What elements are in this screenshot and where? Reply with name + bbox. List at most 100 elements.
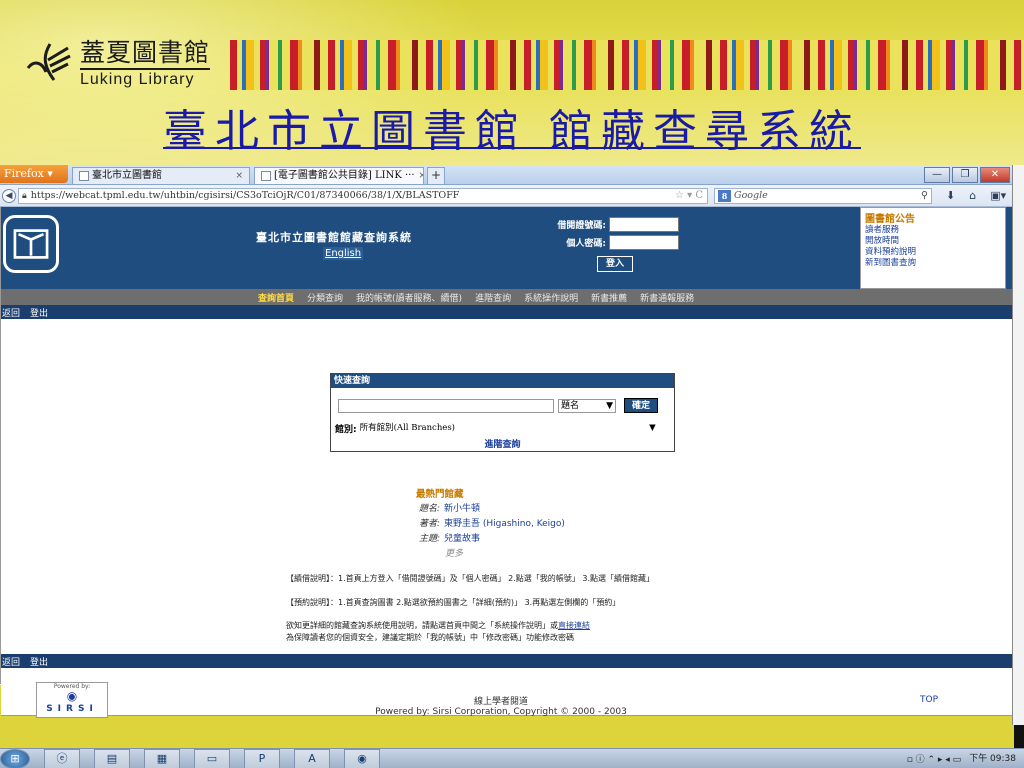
popular-title: 最熱門館藏	[416, 489, 464, 500]
tab-catalog[interactable]: [電子圖書館公共目錄] LINK ··· ×	[254, 167, 424, 184]
main-menu: 查詢首頁 分類查詢 我的帳號(讀者服務、續借) 進階查詢 系統操作說明 新書推薦…	[1, 289, 1012, 305]
detail-instructions: 欲知更詳細的館藏查詢系統使用說明，請點選首頁中間之「系統操作說明」或直接連結	[286, 621, 590, 630]
english-link[interactable]: English	[323, 247, 364, 260]
menu-new-books[interactable]: 新書推薦	[591, 291, 627, 304]
search-field-select[interactable]: 題名 ▼	[558, 398, 616, 413]
popular-title-link[interactable]: 新小牛頓	[444, 502, 480, 517]
renew-instructions: 【續借說明】：1.首頁上方登入「借閱證號碼」及「個人密碼」 2.點選「我的帳號」…	[286, 574, 654, 583]
list-item: 題名: 新小牛頓	[416, 502, 565, 517]
popular-subject-link[interactable]: 兒童故事	[444, 532, 480, 547]
home-icon[interactable]: ⌂	[969, 189, 976, 202]
chevron-down-icon: ▼	[649, 423, 656, 433]
address-bar[interactable]: 🔒︎ https://webcat.tpml.edu.tw/uhtbin/cgi…	[18, 187, 708, 204]
branch-label: 館別:	[335, 425, 357, 435]
back-to-top-link[interactable]: TOP	[920, 695, 938, 705]
lock-icon: 🔒︎	[22, 190, 27, 201]
back-icon[interactable]: ◀	[2, 188, 16, 203]
google-icon: 8	[718, 189, 731, 202]
menu-new-book-alerts[interactable]: 新書通報服務	[640, 291, 694, 304]
tab-bar: Firefox ▾ 臺北市立圖書館 × [電子圖書館公共目錄] LINK ···…	[0, 165, 1012, 185]
password-label: 個人密碼:	[566, 239, 606, 249]
sirsi-logo[interactable]: Powered by: ◉ SIRSI	[36, 682, 108, 718]
notice-title: 圖書館公告	[865, 214, 915, 225]
menu-classification[interactable]: 分類查詢	[307, 291, 343, 304]
menu-advanced-search[interactable]: 進階查詢	[475, 291, 511, 304]
branch-select[interactable]: 所有館別(All Branches) ▼	[360, 422, 660, 435]
list-item: 主題: 兒童故事	[416, 532, 565, 547]
notice-link-reservation[interactable]: 資料預約說明	[865, 247, 1001, 258]
web-content: 臺北市立圖書館館藏查詢系統 English 借閱證號碼: 個人密碼: 登入 圖書…	[0, 207, 1012, 718]
scrollbar[interactable]	[1012, 165, 1024, 755]
popular-items: 最熱門館藏 題名: 新小牛頓 著者: 東野圭吾 (Higashino, Keig…	[416, 487, 565, 562]
quick-search-panel: 快速查詢 題名 ▼ 確定 館別: 所有館別(All Branches) ▼ 進階…	[330, 373, 675, 452]
search-icon[interactable]: ⚲	[921, 189, 931, 203]
close-window-button[interactable]: ✕	[980, 167, 1010, 183]
sirsi-mark-icon: ◉	[66, 689, 78, 703]
minimize-button[interactable]: —	[924, 167, 950, 183]
internet-explorer-icon[interactable]: ⓔ	[44, 748, 80, 768]
powerpoint-icon[interactable]: P	[244, 748, 280, 768]
new-tab-button[interactable]: +	[427, 167, 445, 184]
clock[interactable]: 下午 09:38	[969, 754, 1016, 764]
decorative-stripes	[230, 40, 1024, 90]
logout-link[interactable]: 登出	[30, 655, 48, 668]
direct-link[interactable]: 直接連結	[558, 621, 590, 630]
logout-link[interactable]: 登出	[30, 306, 48, 319]
back-link[interactable]: 返回	[2, 306, 20, 319]
acrobat-icon[interactable]: A	[294, 748, 330, 768]
tab-close-icon[interactable]: ×	[415, 168, 423, 184]
site-title: 臺北市立圖書館館藏查詢系統	[256, 231, 412, 244]
browser-window: Firefox ▾ 臺北市立圖書館 × [電子圖書館公共目錄] LINK ···…	[0, 165, 1012, 718]
search-bar[interactable]: 8 Google ⚲	[714, 187, 932, 204]
search-input[interactable]	[338, 398, 554, 413]
start-button[interactable]: ⊞	[0, 748, 30, 768]
page-footer: Powered by: ◉ SIRSI 線上學者閱道 Powered by: S…	[1, 668, 1012, 718]
sub-navigation-bottom: 返回 登出	[1, 654, 1012, 668]
security-notice: 為保障讀者您的個資安全，建議定期於「我的帳號」中「修改密碼」功能修改密碼	[286, 633, 574, 642]
card-number-input[interactable]	[609, 217, 679, 232]
notice-link-reader-service[interactable]: 讀者服務	[865, 225, 1001, 236]
tray-icons[interactable]: ▫ ⓘ ⌃ ▸ ◂ ▭	[907, 752, 961, 765]
menu-icon[interactable]: ▣▾	[990, 189, 1006, 202]
notice-link-new-books[interactable]: 新到圖書查詢	[865, 258, 1001, 269]
search-submit-button[interactable]: 確定	[624, 398, 658, 413]
menu-home[interactable]: 查詢首頁	[258, 291, 294, 304]
windows-taskbar: ⊞ ⓔ ▤ ▦ ▭ P A ◉ ▫ ⓘ ⌃ ▸ ◂ ▭ 下午 09:38	[0, 748, 1024, 768]
chevron-down-icon: ▼	[606, 400, 613, 411]
firefox-icon[interactable]: ◉	[344, 748, 380, 768]
menu-my-account[interactable]: 我的帳號(讀者服務、續借)	[356, 291, 462, 304]
slide-title: 臺北市立圖書館 館藏查尋系統	[163, 106, 861, 157]
login-button[interactable]: 登入	[597, 256, 633, 272]
download-icon[interactable]: ⬇	[946, 189, 955, 202]
more-link[interactable]: 更多	[445, 549, 463, 559]
slide-header: 蓋夏圖書館 Luking Library 臺北市立圖書館 館藏查尋系統	[0, 0, 1024, 165]
online-learning-text: 線上學者閱道	[473, 697, 528, 707]
briefcase-icon[interactable]: ▦	[144, 748, 180, 768]
library-logo-icon	[26, 43, 71, 81]
tab-tpml[interactable]: 臺北市立圖書館 ×	[72, 167, 250, 184]
notice-link-opening-hours[interactable]: 開放時間	[865, 236, 1001, 247]
logo-english-name: Luking Library	[80, 68, 211, 88]
tab-close-icon[interactable]: ×	[231, 168, 243, 184]
navigation-toolbar: ◀ 🔒︎ https://webcat.tpml.edu.tw/uhtbin/c…	[0, 185, 1012, 207]
window-controls: — ❐ ✕	[924, 167, 1010, 183]
sub-navigation: 返回 登出	[1, 305, 1012, 319]
site-header: 臺北市立圖書館館藏查詢系統 English 借閱證號碼: 個人密碼: 登入 圖書…	[1, 207, 1012, 289]
advanced-search-link[interactable]: 進階查詢	[331, 437, 674, 450]
menu-system-help[interactable]: 系統操作說明	[524, 291, 578, 304]
site-logo-icon[interactable]	[3, 215, 59, 273]
page-icon	[79, 171, 89, 181]
bookmark-star-icon[interactable]: ☆ ▾ C	[675, 189, 707, 203]
file-explorer-icon[interactable]: ▤	[94, 748, 130, 768]
firefox-menu-button[interactable]: Firefox ▾	[0, 165, 68, 183]
back-link[interactable]: 返回	[2, 655, 20, 668]
restore-button[interactable]: ❐	[952, 167, 978, 183]
copyright-text: Powered by: Sirsi Corporation, Copyright…	[375, 707, 627, 717]
logo-chinese-name: 蓋夏圖書館	[80, 38, 211, 67]
url-text: https://webcat.tpml.edu.tw/uhtbin/cgisir…	[30, 189, 460, 201]
reserve-instructions: 【預約說明】：1.首頁查詢圖書 2.點選欲預約圖書之「詳細(預約)」 3.再點選…	[286, 598, 621, 607]
password-input[interactable]	[609, 235, 679, 250]
printer-icon[interactable]: ▭	[194, 748, 230, 768]
page-icon	[261, 171, 271, 181]
popular-author-link[interactable]: 東野圭吾 (Higashino, Keigo)	[444, 517, 565, 532]
